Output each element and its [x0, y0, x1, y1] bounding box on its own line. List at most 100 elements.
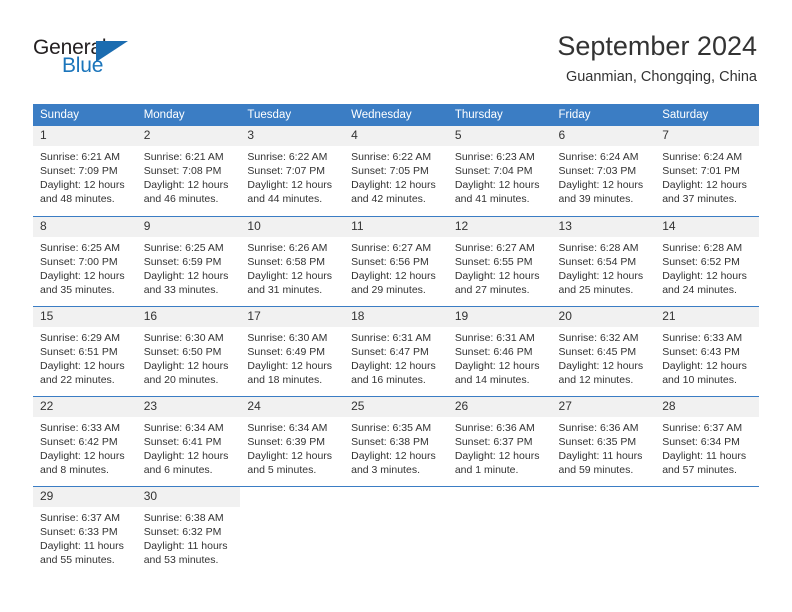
calendar-day-cell[interactable]: 17 Sunrise: 6:30 AM Sunset: 6:49 PM Dayligh… — [240, 306, 345, 396]
day-details — [655, 507, 759, 511]
calendar-day-cell[interactable]: 6 Sunrise: 6:24 AM Sunset: 7:03 PM Daylight… — [551, 126, 656, 216]
calendar-day-cell[interactable]: 12 Sunrise: 6:27 AM Sunset: 6:55 PM Dayligh… — [447, 216, 552, 306]
daylight-text-line1: Daylight: 12 hours — [247, 179, 333, 191]
calendar-day-cell[interactable]: 29 Sunrise: 6:37 AM Sunset: 6:33 PM Dayligh… — [33, 486, 137, 576]
sunrise-text: Sunrise: 6:28 AM — [662, 242, 743, 254]
sunrise-text: Sunrise: 6:22 AM — [351, 151, 432, 163]
calendar-day-cell[interactable]: 20 Sunrise: 6:32 AM Sunset: 6:45 PM Dayligh… — [551, 306, 656, 396]
calendar-day-cell[interactable]: 10 Sunrise: 6:26 AM Sunset: 6:58 PM Dayligh… — [240, 216, 345, 306]
day-cell-inner: 30 Sunrise: 6:38 AM Sunset: 6:32 PM Dayligh… — [136, 486, 241, 576]
sunrise-text: Sunrise: 6:28 AM — [558, 242, 639, 254]
daylight-text-line2: and 12 minutes. — [558, 374, 634, 386]
calendar-day-cell[interactable]: 14 Sunrise: 6:28 AM Sunset: 6:52 PM Dayligh… — [655, 216, 759, 306]
calendar-day-cell[interactable] — [447, 486, 552, 576]
sunset-text: Sunset: 6:50 PM — [143, 346, 222, 358]
calendar-day-cell[interactable]: 2 Sunrise: 6:21 AM Sunset: 7:08 PM Daylight… — [136, 126, 241, 216]
daylight-text-line1: Daylight: 12 hours — [247, 270, 333, 282]
calendar-day-cell[interactable]: 18 Sunrise: 6:31 AM Sunset: 6:47 PM Dayligh… — [344, 306, 448, 396]
daylight-text-line1: Daylight: 12 hours — [558, 179, 644, 191]
calendar-table: Sunday Monday Tuesday Wednesday Thursday Frid… — [33, 104, 759, 576]
calendar-day-cell[interactable]: 30 Sunrise: 6:38 AM Sunset: 6:32 PM Dayligh… — [136, 486, 241, 576]
day-details: Sunrise: 6:21 AM Sunset: 7:09 PM Daylight:… — [33, 146, 137, 206]
day-number: 16 — [136, 307, 241, 327]
calendar-day-cell[interactable]: 4 Sunrise: 6:22 AM Sunset: 7:05 PM Daylight… — [344, 126, 448, 216]
daylight-text-line1: Daylight: 12 hours — [143, 360, 229, 372]
sunrise-text: Sunrise: 6:38 AM — [143, 512, 224, 524]
day-cell-inner: 17 Sunrise: 6:30 AM Sunset: 6:49 PM Dayligh… — [240, 306, 345, 396]
calendar-day-cell[interactable] — [655, 486, 759, 576]
page-subtitle: Guanmian, Chongqing, China — [565, 69, 757, 85]
day-cell-inner: 8 Sunrise: 6:25 AM Sunset: 7:00 PM Daylight… — [33, 216, 137, 306]
daylight-text-line1: Daylight: 12 hours — [558, 360, 644, 372]
sunset-text: Sunset: 6:43 PM — [662, 346, 740, 358]
day-number: 1 — [33, 126, 137, 146]
sunset-text: Sunset: 6:39 PM — [247, 436, 326, 448]
day-cell-inner: 23 Sunrise: 6:34 AM Sunset: 6:41 PM Dayligh… — [136, 396, 241, 486]
day-cell-inner: 10 Sunrise: 6:26 AM Sunset: 6:58 PM Dayligh… — [240, 216, 345, 306]
day-cell-inner: 19 Sunrise: 6:31 AM Sunset: 6:46 PM Dayligh… — [447, 306, 552, 396]
calendar-day-cell[interactable]: 9 Sunrise: 6:25 AM Sunset: 6:59 PM Daylight… — [136, 216, 241, 306]
sunset-text: Sunset: 7:09 PM — [40, 165, 118, 177]
calendar-day-cell[interactable]: 1 Sunrise: 6:21 AM Sunset: 7:09 PM Daylight… — [33, 126, 137, 216]
day-number: 29 — [33, 487, 137, 507]
daylight-text-line2: and 1 minute. — [454, 464, 519, 476]
day-number: 3 — [240, 126, 345, 146]
day-cell-inner: 5 Sunrise: 6:23 AM Sunset: 7:04 PM Daylight… — [447, 126, 552, 216]
sunset-text: Sunset: 6:52 PM — [662, 256, 740, 268]
day-details: Sunrise: 6:30 AM Sunset: 6:50 PM Daylight:… — [137, 327, 241, 387]
calendar-page: General Blue September 2024 Guanmian, Ch… — [0, 0, 792, 612]
day-details: Sunrise: 6:35 AM Sunset: 6:38 PM Daylight:… — [344, 417, 448, 477]
calendar-day-cell[interactable] — [240, 486, 345, 576]
calendar-day-cell[interactable]: 24 Sunrise: 6:34 AM Sunset: 6:39 PM Dayligh… — [240, 396, 345, 486]
calendar-day-cell[interactable]: 13 Sunrise: 6:28 AM Sunset: 6:54 PM Dayligh… — [551, 216, 656, 306]
calendar-day-cell[interactable]: 19 Sunrise: 6:31 AM Sunset: 6:46 PM Dayligh… — [447, 306, 552, 396]
day-number: 18 — [344, 307, 448, 327]
day-number — [551, 487, 656, 507]
daylight-text-line1: Daylight: 12 hours — [143, 179, 229, 191]
sunset-text: Sunset: 6:51 PM — [40, 346, 118, 358]
calendar-day-cell[interactable]: 27 Sunrise: 6:36 AM Sunset: 6:35 PM Dayligh… — [551, 396, 656, 486]
calendar-day-cell[interactable]: 16 Sunrise: 6:30 AM Sunset: 6:50 PM Dayligh… — [136, 306, 241, 396]
daylight-text-line1: Daylight: 12 hours — [247, 360, 333, 372]
day-cell-inner: 12 Sunrise: 6:27 AM Sunset: 6:55 PM Dayligh… — [447, 216, 552, 306]
sunrise-text: Sunrise: 6:32 AM — [558, 332, 639, 344]
calendar-day-cell[interactable]: 5 Sunrise: 6:23 AM Sunset: 7:04 PM Daylight… — [447, 126, 552, 216]
calendar-day-cell[interactable]: 23 Sunrise: 6:34 AM Sunset: 6:41 PM Dayligh… — [136, 396, 241, 486]
daylight-text-line2: and 35 minutes. — [40, 284, 115, 296]
calendar-day-cell[interactable]: 22 Sunrise: 6:33 AM Sunset: 6:42 PM Dayligh… — [33, 396, 137, 486]
day-details: Sunrise: 6:27 AM Sunset: 6:55 PM Daylight:… — [448, 237, 552, 297]
calendar-week-row: 1 Sunrise: 6:21 AM Sunset: 7:09 PM Daylight… — [33, 126, 759, 216]
daylight-text-line1: Daylight: 12 hours — [662, 360, 747, 372]
calendar-day-cell[interactable]: 28 Sunrise: 6:37 AM Sunset: 6:34 PM Dayligh… — [655, 396, 759, 486]
day-details: Sunrise: 6:26 AM Sunset: 6:58 PM Daylight:… — [240, 237, 344, 297]
sunrise-text: Sunrise: 6:24 AM — [662, 151, 743, 163]
calendar-day-cell[interactable] — [551, 486, 656, 576]
day-number: 10 — [240, 217, 345, 237]
day-number — [344, 487, 448, 507]
calendar-day-cell[interactable]: 8 Sunrise: 6:25 AM Sunset: 7:00 PM Daylight… — [33, 216, 137, 306]
daylight-text-line2: and 24 minutes. — [662, 284, 737, 296]
day-number: 12 — [447, 217, 552, 237]
general-blue-logo[interactable]: General Blue — [33, 36, 163, 84]
calendar-day-cell[interactable]: 3 Sunrise: 6:22 AM Sunset: 7:07 PM Daylight… — [240, 126, 345, 216]
daylight-text-line2: and 18 minutes. — [247, 374, 323, 386]
calendar-day-cell[interactable] — [344, 486, 448, 576]
calendar-day-cell[interactable]: 25 Sunrise: 6:35 AM Sunset: 6:38 PM Dayligh… — [344, 396, 448, 486]
daylight-text-line2: and 6 minutes. — [143, 464, 213, 476]
day-number: 20 — [551, 307, 656, 327]
sunrise-text: Sunrise: 6:33 AM — [40, 422, 120, 434]
daylight-text-line1: Daylight: 12 hours — [351, 360, 436, 372]
daylight-text-line2: and 42 minutes. — [351, 193, 426, 205]
calendar-week-row: 15 Sunrise: 6:29 AM Sunset: 6:51 PM Dayligh… — [33, 306, 759, 396]
day-details: Sunrise: 6:36 AM Sunset: 6:37 PM Daylight:… — [448, 417, 552, 477]
calendar-day-cell[interactable]: 26 Sunrise: 6:36 AM Sunset: 6:37 PM Dayligh… — [447, 396, 552, 486]
daylight-text-line1: Daylight: 12 hours — [143, 450, 229, 462]
sunrise-text: Sunrise: 6:26 AM — [247, 242, 328, 254]
day-details: Sunrise: 6:34 AM Sunset: 6:41 PM Daylight:… — [137, 417, 241, 477]
calendar-day-cell[interactable]: 7 Sunrise: 6:24 AM Sunset: 7:01 PM Daylight… — [655, 126, 759, 216]
sunrise-text: Sunrise: 6:31 AM — [454, 332, 535, 344]
calendar-day-cell[interactable]: 21 Sunrise: 6:33 AM Sunset: 6:43 PM Dayligh… — [655, 306, 759, 396]
calendar-day-cell[interactable]: 15 Sunrise: 6:29 AM Sunset: 6:51 PM Dayligh… — [33, 306, 137, 396]
calendar-day-cell[interactable]: 11 Sunrise: 6:27 AM Sunset: 6:56 PM Dayligh… — [344, 216, 448, 306]
day-details: Sunrise: 6:23 AM Sunset: 7:04 PM Daylight:… — [448, 146, 552, 206]
